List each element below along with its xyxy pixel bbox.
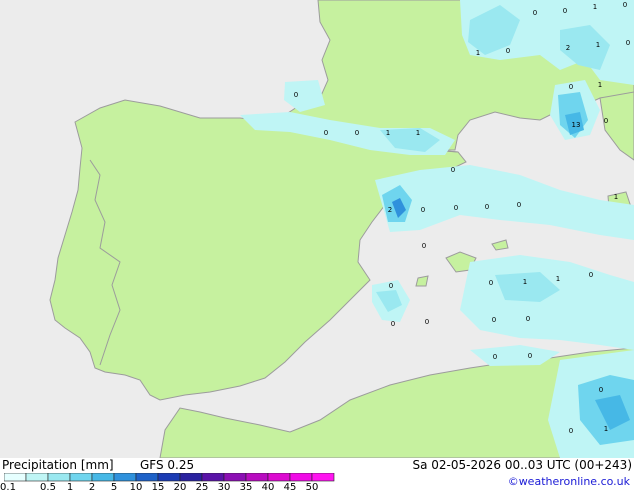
- grid-value-label: 0: [389, 282, 393, 290]
- color-scale-tick-label: 15: [151, 482, 165, 493]
- color-scale-swatch: [4, 473, 27, 482]
- grid-value-label: 0: [604, 117, 608, 125]
- grid-value-label: 0: [517, 201, 521, 209]
- color-scale-swatch: [113, 473, 137, 482]
- color-scale-tick-label: 5: [110, 482, 118, 493]
- grid-value-label: 1: [596, 41, 600, 49]
- grid-value-label: 1: [593, 3, 597, 11]
- grid-value-label: 0: [563, 7, 567, 15]
- color-scale-tick-label: 40: [261, 482, 275, 493]
- grid-value-label: 0: [355, 129, 359, 137]
- map-canvas: 0 0 1 0 1 0 2 1 0 0 1 0 13 0 0 0 1 1 0 2 0 0 0 0 1 0 0 1 1 0 0 0 0 0 0 0 0 0 0…: [0, 0, 634, 459]
- color-scale-swatch: [157, 473, 181, 482]
- grid-value-label: 0: [526, 315, 530, 323]
- grid-value-label: 1: [476, 49, 480, 57]
- color-scale-swatch: [245, 473, 269, 482]
- grid-value-label: 0: [492, 316, 496, 324]
- grid-value-label: 0: [599, 386, 603, 394]
- color-scale-swatch: [47, 473, 71, 482]
- grid-value-label: 1: [614, 193, 618, 201]
- grid-value-label: 0: [451, 166, 455, 174]
- grid-value-label: 0: [528, 352, 532, 360]
- grid-value-label: 0: [391, 320, 395, 328]
- grid-value-label: 0: [589, 271, 593, 279]
- grid-value-label: 0: [454, 204, 458, 212]
- legend-bar: Precipitation [mm] GFS 0.25 Sa 02-05-202…: [0, 458, 634, 493]
- legend-title: Precipitation [mm]: [2, 458, 114, 472]
- grid-value-label: 0: [421, 206, 425, 214]
- grid-value-label: 1: [386, 129, 390, 137]
- grid-value-label: 0: [569, 83, 573, 91]
- color-scale-swatch: [25, 473, 49, 482]
- grid-value-label: 1: [556, 275, 560, 283]
- grid-value-label: 0: [294, 91, 298, 99]
- grid-value-label: 0: [425, 318, 429, 326]
- valid-time: Sa 02-05-2026 00..03 UTC (00+243): [412, 458, 632, 472]
- color-scale-tick-label: 35: [239, 482, 253, 493]
- grid-value-label: 1: [598, 81, 602, 89]
- color-scale-ticks: 0.1 0.5 1 2 5 10 15 20 25 30 35 40 45 50: [0, 482, 344, 493]
- color-scale-swatch: [179, 473, 203, 482]
- credit[interactable]: ©weatheronline.co.uk: [508, 475, 630, 488]
- color-scale-swatch: [223, 473, 247, 482]
- grid-value-label: 0: [489, 279, 493, 287]
- grid-value-label: 2: [566, 44, 570, 52]
- color-scale-tick-label: 1: [66, 482, 74, 493]
- color-scale-tick-label: 2: [88, 482, 96, 493]
- color-scale-tick-label: 10: [129, 482, 143, 493]
- color-scale-tick-label: 30: [217, 482, 231, 493]
- color-scale-swatch: [267, 473, 291, 482]
- color-scale-swatch: [201, 473, 225, 482]
- grid-value-label: 1: [604, 425, 608, 433]
- grid-value-label: 0: [485, 203, 489, 211]
- color-scale-swatch: [91, 473, 115, 482]
- model-name: GFS 0.25: [140, 458, 195, 472]
- grid-value-label: 0: [569, 427, 573, 435]
- color-scale-tick-label: 25: [195, 482, 209, 493]
- color-scale-swatch: [289, 473, 313, 482]
- grid-value-label: 2: [388, 206, 392, 214]
- grid-value-label: 0: [533, 9, 537, 17]
- grid-value-label: 13: [572, 121, 581, 129]
- color-scale-tick-label: 0.1: [0, 482, 16, 493]
- grid-value-label: 1: [523, 278, 527, 286]
- color-scale-tick-label: 0.5: [40, 482, 56, 493]
- grid-value-label: 0: [626, 39, 630, 47]
- grid-value-label: 0: [324, 129, 328, 137]
- color-scale-tick-label: 50: [305, 482, 319, 493]
- grid-value-label: 0: [493, 353, 497, 361]
- grid-value-label: 1: [416, 129, 420, 137]
- color-scale-swatch: [135, 473, 159, 482]
- color-scale-tick-label: 20: [173, 482, 187, 493]
- grid-value-label: 0: [623, 1, 627, 9]
- color-scale-swatch: [69, 473, 93, 482]
- color-scale-tick-label: 45: [283, 482, 297, 493]
- precipitation-map: 0 0 1 0 1 0 2 1 0 0 1 0 13 0 0 0 1 1 0 2 0 0 0 0 1 0 0 1 1 0 0 0 0 0 0 0 0 0 0…: [0, 0, 634, 459]
- grid-value-label: 0: [422, 242, 426, 250]
- grid-value-label: 0: [506, 47, 510, 55]
- color-scale-swatch: [311, 473, 335, 482]
